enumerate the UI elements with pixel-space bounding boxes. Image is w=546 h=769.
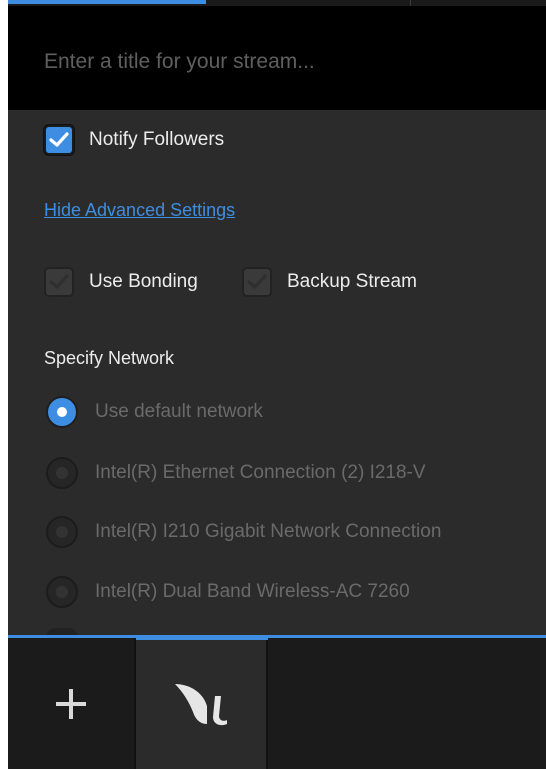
network-option-label: Use default network (95, 401, 263, 422)
hide-advanced-settings-link[interactable]: Hide Advanced Settings (44, 200, 235, 221)
app-logo-icon (175, 683, 227, 725)
backup-stream-label: Backup Stream (287, 271, 417, 292)
network-radio-ethernet-i218[interactable] (46, 457, 78, 489)
network-radio-default[interactable] (46, 396, 78, 428)
use-bonding-checkbox[interactable] (44, 267, 74, 297)
network-radio-i210[interactable] (46, 516, 78, 548)
checkmark-icon (247, 274, 267, 289)
active-tab-indicator (136, 635, 268, 640)
network-radio-wireless-7260[interactable] (46, 576, 78, 608)
title-bar (8, 6, 546, 110)
checkmark-icon (49, 132, 69, 147)
network-option-ethernet-i218[interactable]: Intel(R) Ethernet Connection (2) I218-V (46, 457, 426, 489)
notify-followers-label: Notify Followers (89, 129, 225, 150)
notify-followers-checkbox[interactable] (44, 125, 74, 155)
checkmark-icon (49, 274, 69, 289)
app-tab-button[interactable] (136, 635, 268, 769)
network-option-wireless-7260[interactable]: Intel(R) Dual Band Wireless-AC 7260 (46, 576, 410, 608)
network-option-default[interactable]: Use default network (46, 396, 263, 428)
backup-stream-row[interactable]: Backup Stream (242, 267, 417, 297)
active-tab-indicator (8, 0, 206, 4)
notify-followers-row[interactable]: Notify Followers (44, 125, 224, 155)
stream-setup-panel: Notify Followers Hide Advanced Settings … (8, 0, 546, 769)
use-bonding-label: Use Bonding (89, 271, 198, 292)
network-option-label: Intel(R) Ethernet Connection (2) I218-V (95, 462, 426, 483)
specify-network-heading: Specify Network (44, 348, 175, 368)
backup-stream-checkbox[interactable] (242, 267, 272, 297)
add-button[interactable] (8, 638, 136, 769)
network-option-label: Intel(R) Dual Band Wireless-AC 7260 (95, 581, 410, 602)
plus-icon (56, 688, 86, 719)
use-bonding-row[interactable]: Use Bonding (44, 267, 198, 297)
network-option-i210[interactable]: Intel(R) I210 Gigabit Network Connection (46, 516, 441, 548)
bottom-toolbar (8, 635, 546, 769)
network-option-label: Intel(R) I210 Gigabit Network Connection (95, 521, 442, 542)
stream-title-input[interactable] (44, 42, 514, 82)
